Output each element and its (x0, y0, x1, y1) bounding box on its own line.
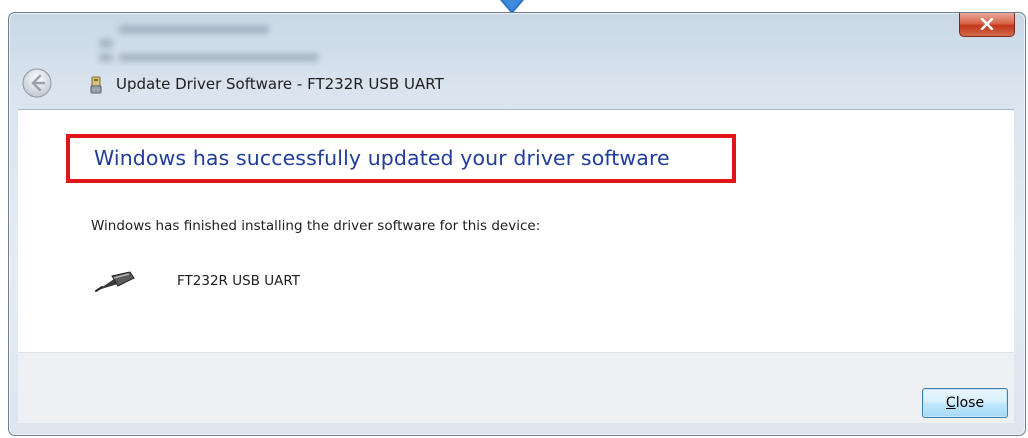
update-driver-dialog: Update Driver Software - FT232R USB UART… (8, 12, 1026, 436)
content-panel: Windows has successfully updated your dr… (18, 109, 1014, 352)
close-icon (980, 18, 994, 30)
status-message: Windows has finished installing the driv… (91, 218, 541, 234)
usb-plug-icon (95, 271, 135, 292)
device-name: FT232R USB UART (177, 273, 300, 289)
close-button-mnemonic: C (945, 395, 956, 411)
dialog-footer: Close (18, 352, 1014, 423)
close-button[interactable]: Close (922, 388, 1008, 418)
success-headline: Windows has successfully updated your dr… (94, 146, 670, 170)
window-close-button[interactable] (959, 13, 1015, 37)
title-bar: Update Driver Software - FT232R USB UART (9, 63, 1025, 107)
back-arrow-icon[interactable] (21, 67, 53, 99)
background-blur (79, 17, 399, 69)
close-button-label: lose (955, 395, 985, 411)
window-title: Update Driver Software - FT232R USB UART (116, 75, 444, 93)
screenshot-stage: Update Driver Software - FT232R USB UART… (0, 0, 1028, 438)
usb-driver-icon (90, 76, 102, 94)
